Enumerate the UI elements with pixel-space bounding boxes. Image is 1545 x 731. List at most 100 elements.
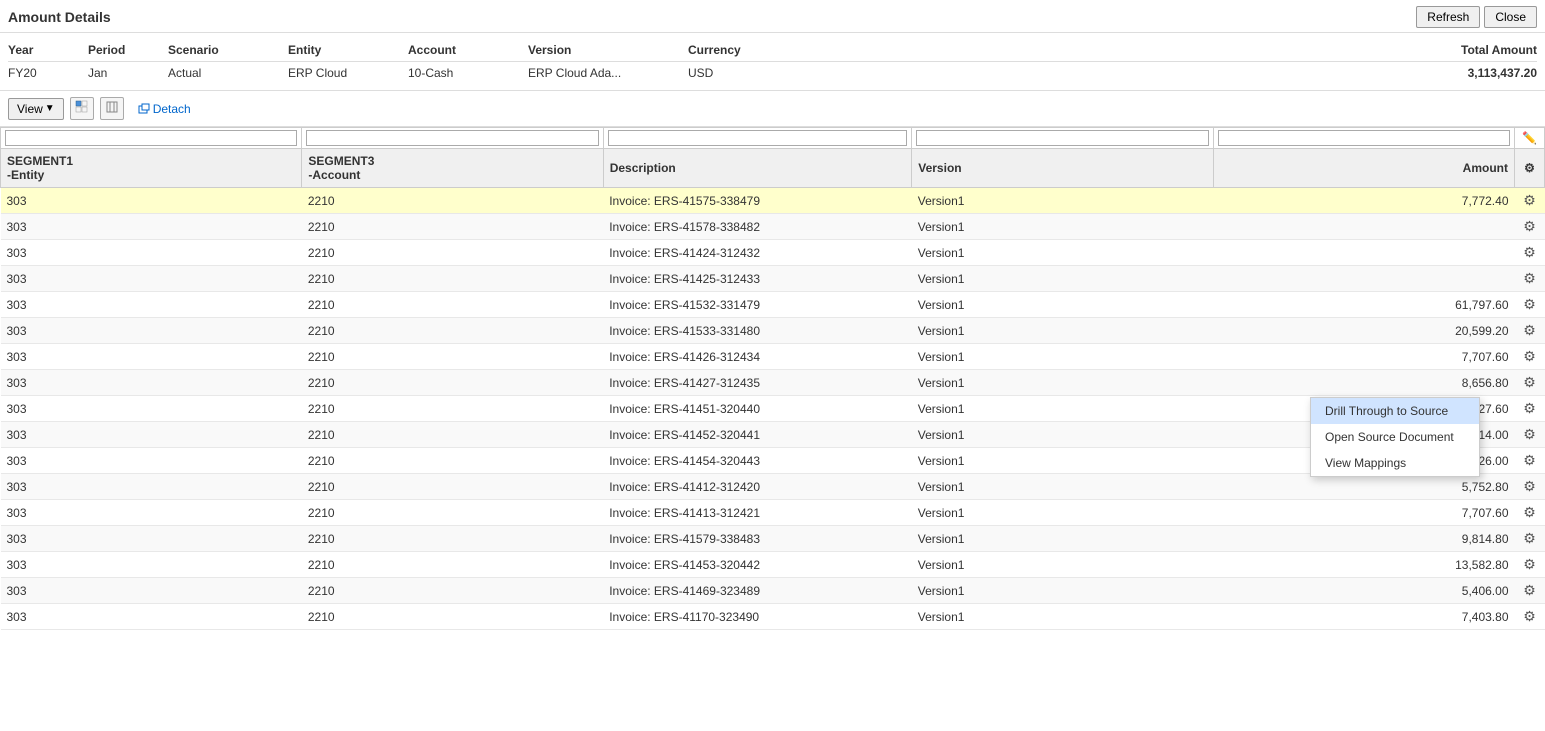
cell-gear[interactable]: ⚙ [1515, 500, 1545, 526]
cell-segment3: 2210 [302, 214, 603, 240]
summary-header: Year Period Scenario Entity Account Vers… [8, 39, 1537, 62]
col-gear: ⚙ [1515, 149, 1545, 188]
col-description[interactable]: Description [603, 149, 912, 188]
cell-description: Invoice: ERS-41170-323490 [603, 604, 912, 630]
gear-header-icon[interactable]: ⚙ [1524, 161, 1535, 175]
row-gear-icon[interactable]: ⚙ [1523, 452, 1536, 468]
cell-gear[interactable]: ⚙ [1515, 266, 1545, 292]
cell-gear[interactable]: ⚙ [1515, 318, 1545, 344]
filter-segment3[interactable] [302, 128, 603, 149]
cell-description: Invoice: ERS-41532-331479 [603, 292, 912, 318]
row-gear-icon[interactable]: ⚙ [1523, 374, 1536, 390]
view-button[interactable]: View ▼ [8, 98, 64, 120]
cell-version: Version1 [912, 604, 1213, 630]
toolbar: View ▼ Detach [0, 91, 1545, 127]
filter-row: ✏️ [1, 128, 1545, 149]
cell-gear[interactable]: ⚙ [1515, 292, 1545, 318]
context-menu-item-open-source[interactable]: Open Source Document [1311, 424, 1479, 450]
cell-gear[interactable]: ⚙ [1515, 604, 1545, 630]
cell-gear[interactable]: ⚙ [1515, 552, 1545, 578]
cell-amount [1213, 214, 1514, 240]
col-version[interactable]: Version [912, 149, 1213, 188]
col-amount[interactable]: Amount [1213, 149, 1514, 188]
cell-segment3: 2210 [302, 578, 603, 604]
entity-value: ERP Cloud [288, 66, 408, 80]
row-gear-icon[interactable]: ⚙ [1523, 556, 1536, 572]
cell-description: Invoice: ERS-41425-312433 [603, 266, 912, 292]
row-gear-icon[interactable]: ⚙ [1523, 192, 1536, 208]
filter-segment1[interactable] [1, 128, 302, 149]
cell-gear[interactable]: ⚙ [1515, 526, 1545, 552]
page-title: Amount Details [8, 9, 111, 25]
filter-amount-input[interactable] [1218, 130, 1510, 146]
row-gear-icon[interactable]: ⚙ [1523, 582, 1536, 598]
table-container[interactable]: ✏️ SEGMENT1 -Entity SEGMENT3 -Account De… [0, 127, 1545, 698]
cell-gear[interactable]: ⚙ [1515, 188, 1545, 214]
row-gear-icon[interactable]: ⚙ [1523, 400, 1536, 416]
column-headers: SEGMENT1 -Entity SEGMENT3 -Account Descr… [1, 149, 1545, 188]
row-gear-icon[interactable]: ⚙ [1523, 322, 1536, 338]
cell-description: Invoice: ERS-41575-338479 [603, 188, 912, 214]
cell-segment3: 2210 [302, 526, 603, 552]
filter-segment1-input[interactable] [5, 130, 297, 146]
table-row: 3032210Invoice: ERS-41425-312433Version1… [1, 266, 1545, 292]
cell-gear[interactable]: ⚙ [1515, 448, 1545, 474]
row-gear-icon[interactable]: ⚙ [1523, 244, 1536, 260]
scenario-header: Scenario [168, 43, 288, 57]
cell-segment1: 303 [1, 396, 302, 422]
close-button[interactable]: Close [1484, 6, 1537, 28]
cell-segment1: 303 [1, 578, 302, 604]
cell-version: Version1 [912, 448, 1213, 474]
context-menu-item-view-mappings[interactable]: View Mappings [1311, 450, 1479, 476]
cell-gear[interactable]: ⚙ [1515, 578, 1545, 604]
table-row: 3032210Invoice: ERS-41575-338479Version1… [1, 188, 1545, 214]
table-row: 3032210Invoice: ERS-41424-312432Version1… [1, 240, 1545, 266]
cell-version: Version1 [912, 344, 1213, 370]
row-gear-icon[interactable]: ⚙ [1523, 426, 1536, 442]
refresh-button[interactable]: Refresh [1416, 6, 1480, 28]
row-gear-icon[interactable]: ⚙ [1523, 296, 1536, 312]
row-gear-icon[interactable]: ⚙ [1523, 530, 1536, 546]
row-gear-icon[interactable]: ⚙ [1523, 608, 1536, 624]
filter-description[interactable] [603, 128, 912, 149]
filter-version[interactable] [912, 128, 1213, 149]
export-icon [105, 100, 119, 114]
cell-version: Version1 [912, 188, 1213, 214]
cell-segment3: 2210 [302, 422, 603, 448]
cell-gear[interactable]: ⚙ [1515, 370, 1545, 396]
cell-description: Invoice: ERS-41533-331480 [603, 318, 912, 344]
col-segment1[interactable]: SEGMENT1 -Entity [1, 149, 302, 188]
context-menu-item-drill-through[interactable]: Drill Through to Source [1311, 398, 1479, 424]
filter-segment3-input[interactable] [306, 130, 598, 146]
cell-description: Invoice: ERS-41412-312420 [603, 474, 912, 500]
row-gear-icon[interactable]: ⚙ [1523, 348, 1536, 364]
freeze-icon-button[interactable] [70, 97, 94, 120]
table-row: 3032210Invoice: ERS-41578-338482Version1… [1, 214, 1545, 240]
filter-amount[interactable] [1213, 128, 1514, 149]
cell-gear[interactable]: ⚙ [1515, 474, 1545, 500]
cell-description: Invoice: ERS-41578-338482 [603, 214, 912, 240]
export-icon-button[interactable] [100, 97, 124, 120]
year-header: Year [8, 43, 88, 57]
cell-gear[interactable]: ⚙ [1515, 422, 1545, 448]
cell-amount: 7,707.60 [1213, 344, 1514, 370]
row-gear-icon[interactable]: ⚙ [1523, 270, 1536, 286]
filter-version-input[interactable] [916, 130, 1208, 146]
cell-gear[interactable]: ⚙ [1515, 214, 1545, 240]
row-gear-icon[interactable]: ⚙ [1523, 504, 1536, 520]
col-segment3[interactable]: SEGMENT3 -Account [302, 149, 603, 188]
cell-gear[interactable]: ⚙ [1515, 396, 1545, 422]
table-row: 3032210Invoice: ERS-41170-323490Version1… [1, 604, 1545, 630]
cell-segment1: 303 [1, 422, 302, 448]
cell-gear[interactable]: ⚙ [1515, 344, 1545, 370]
filter-description-input[interactable] [608, 130, 908, 146]
account-header: Account [408, 43, 528, 57]
cell-description: Invoice: ERS-41451-320440 [603, 396, 912, 422]
row-gear-icon[interactable]: ⚙ [1523, 218, 1536, 234]
detach-button[interactable]: Detach [130, 99, 199, 119]
row-gear-icon[interactable]: ⚙ [1523, 478, 1536, 494]
cell-gear[interactable]: ⚙ [1515, 240, 1545, 266]
cell-description: Invoice: ERS-41452-320441 [603, 422, 912, 448]
table-row: 3032210Invoice: ERS-41412-312420Version1… [1, 474, 1545, 500]
cell-segment1: 303 [1, 344, 302, 370]
